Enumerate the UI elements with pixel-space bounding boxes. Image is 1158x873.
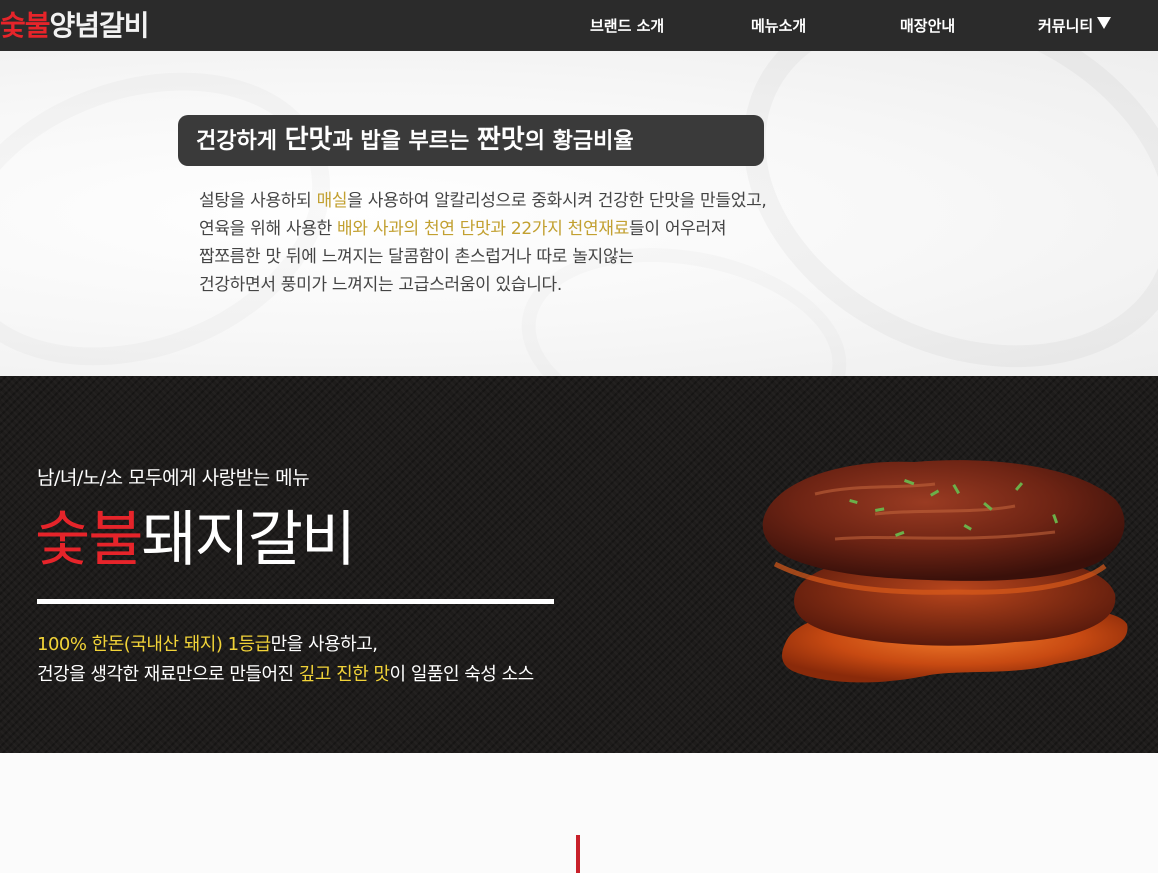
banner-title-red: 숯불 bbox=[35, 505, 143, 575]
nav-store-info[interactable]: 매장안내 bbox=[900, 15, 955, 37]
intro-line: 건강하면서 풍미가 느껴지는 고급스러움이 있습니다. bbox=[199, 275, 562, 295]
text: 연육을 위해 사용한 bbox=[199, 219, 338, 239]
logo-white-text: 양념갈비 bbox=[49, 9, 150, 42]
menu-banner: 남/녀/노/소 모두에게 사랑받는 메뉴 숯불돼지갈비 100% 한돈(국내산 … bbox=[0, 376, 1158, 753]
grilled-galbi-image bbox=[762, 460, 1128, 683]
banner-description: 100% 한돈(국내산 돼지) 1등급만을 사용하고, 건강을 생각한 재료만으… bbox=[37, 630, 534, 690]
text: 이 일품인 숙성 소스 bbox=[389, 664, 535, 685]
intro-section: 건강하게 단맛과 밥을 부르는 짠맛의 황금비율 설탕을 사용하되 매실을 사용… bbox=[0, 51, 1158, 376]
banner-title: 숯불돼지갈비 bbox=[35, 502, 356, 578]
text: 만을 사용하고, bbox=[270, 634, 378, 655]
meat-top bbox=[762, 460, 1125, 581]
headline-emphasis-salty: 짠맛 bbox=[476, 125, 525, 155]
text: 설탕을 사용하되 bbox=[199, 191, 317, 211]
intro-line: 연육을 위해 사용한 배와 사과의 천연 단맛과 22가지 천연재료들이 어우러… bbox=[199, 215, 919, 243]
intro-description: 설탕을 사용하되 매실을 사용하여 알칼리성으로 중화시켜 건강한 단맛을 만들… bbox=[199, 187, 919, 299]
brand-logo[interactable]: 숯불양념갈비 bbox=[0, 6, 150, 46]
highlight-text: 깊고 진한 맛 bbox=[298, 664, 390, 685]
page: 숯불양념갈비 브랜드 소개 메뉴소개 매장안내 커뮤니티 건강하게 단맛과 밥을… bbox=[0, 0, 1158, 873]
intro-headline: 건강하게 단맛과 밥을 부르는 짠맛의 황금비율 bbox=[178, 115, 764, 166]
section-accent-line bbox=[576, 835, 580, 873]
highlight-text: 100% 한돈(국내산 돼지) 1등급 bbox=[37, 634, 271, 655]
banner-desc-line: 100% 한돈(국내산 돼지) 1등급만을 사용하고, bbox=[37, 630, 534, 660]
text: 을 사용하여 알칼리성으로 중화시켜 건강한 단맛을 만들었고, bbox=[347, 191, 767, 211]
nav-brand-intro[interactable]: 브랜드 소개 bbox=[590, 15, 664, 37]
headline-part: 과 밥을 부르는 bbox=[332, 129, 477, 154]
intro-line: 설탕을 사용하되 매실을 사용하여 알칼리성으로 중화시켜 건강한 단맛을 만들… bbox=[199, 187, 919, 215]
banner-title-white: 돼지갈비 bbox=[141, 505, 356, 575]
nav-community[interactable]: 커뮤니티 bbox=[1038, 15, 1112, 37]
nav-menu-intro[interactable]: 메뉴소개 bbox=[751, 15, 806, 37]
logo-red-text: 숯불 bbox=[0, 9, 51, 42]
headline-part: 의 황금비율 bbox=[524, 129, 634, 154]
triangle-down-icon bbox=[1097, 17, 1112, 29]
headline-part: 건강하게 bbox=[196, 129, 285, 154]
highlight-text: 매실 bbox=[316, 191, 348, 211]
nav-community-label: 커뮤니티 bbox=[1038, 17, 1094, 35]
banner-desc-line: 건강을 생각한 재료만으로 만들어진 깊고 진한 맛이 일품인 숙성 소스 bbox=[37, 660, 534, 690]
top-navigation-bar: 숯불양념갈비 브랜드 소개 메뉴소개 매장안내 커뮤니티 bbox=[0, 0, 1158, 52]
highlight-text: 배와 사과의 천연 단맛과 22가지 천연재료 bbox=[337, 219, 630, 239]
next-section bbox=[0, 753, 1158, 873]
banner-subtitle: 남/녀/노/소 모두에게 사랑받는 메뉴 bbox=[37, 467, 310, 489]
text: 들이 어우러져 bbox=[629, 219, 727, 239]
text: 건강을 생각한 재료만으로 만들어진 bbox=[37, 664, 299, 685]
intro-line: 짭쪼름한 맛 뒤에 느껴지는 달콤함이 촌스럽거나 따로 놀지않는 bbox=[199, 247, 634, 267]
banner-divider bbox=[37, 599, 554, 604]
headline-emphasis-sweet: 단맛 bbox=[284, 125, 333, 155]
